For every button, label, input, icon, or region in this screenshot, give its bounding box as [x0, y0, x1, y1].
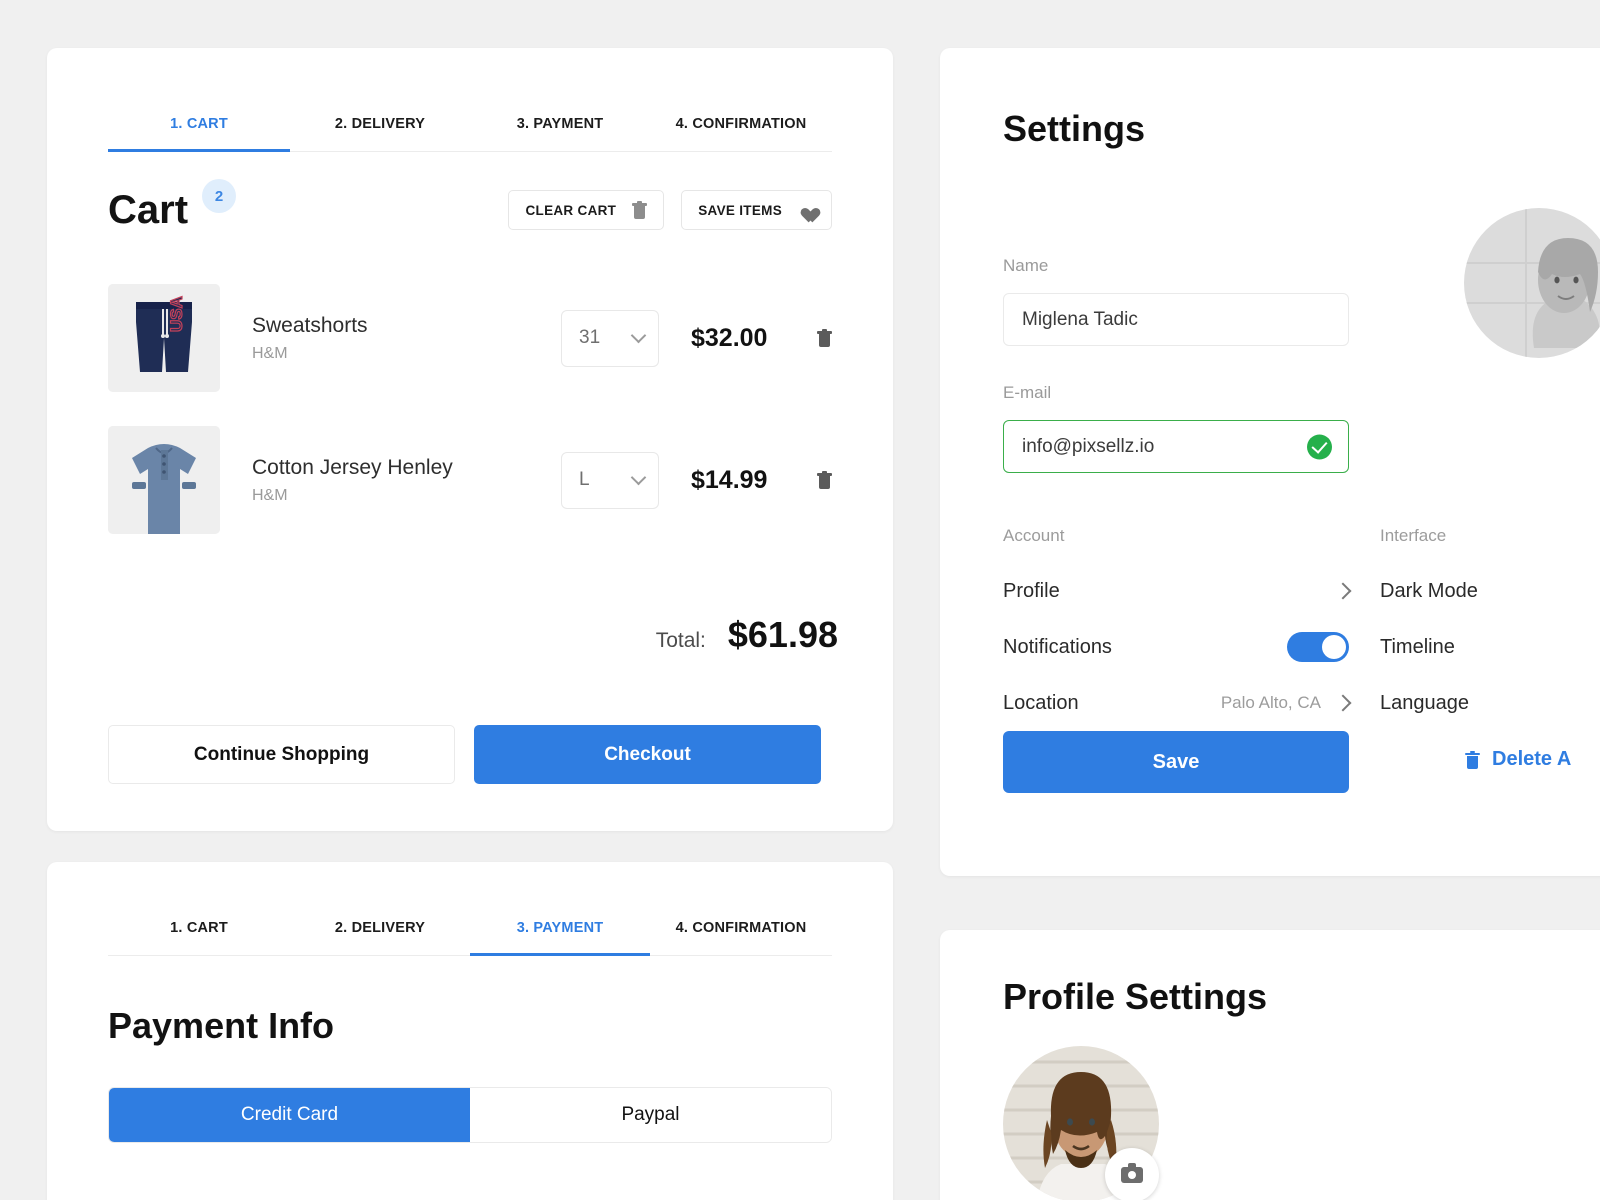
svg-text:USA: USA	[167, 296, 186, 332]
cart-item-row: USA Sweatshorts H&M 31 $32.00	[108, 284, 832, 392]
delete-account-label: Delete A	[1492, 748, 1572, 770]
tab-payment[interactable]: 3. PAYMENT	[470, 110, 650, 152]
product-name: Cotton Jersey Henley	[252, 455, 453, 479]
payment-method-toggle: Credit Card Paypal	[108, 1087, 832, 1143]
email-label: E-mail	[1003, 383, 1052, 402]
tab-cart[interactable]: 1. CART	[108, 110, 290, 152]
tab-delivery[interactable]: 2. DELIVERY	[290, 110, 470, 152]
payment-method-credit-card[interactable]: Credit Card	[109, 1088, 470, 1142]
cart-total: Total: $61.98	[656, 614, 838, 656]
checkout-steps-cart: 1. CART 2. DELIVERY 3. PAYMENT 4. CONFIR…	[108, 110, 832, 152]
save-items-button[interactable]: SAVE ITEMS	[681, 190, 832, 230]
change-photo-button[interactable]	[1105, 1148, 1159, 1200]
cart-item-row: Cotton Jersey Henley H&M L $14.99	[108, 426, 832, 534]
size-value: 31	[579, 327, 601, 348]
cart-header: Cart 2 CLEAR CART SAVE ITEMS	[108, 179, 832, 237]
payment-card: 1. CART 2. DELIVERY 3. PAYMENT 4. CONFIR…	[47, 862, 893, 1200]
app-canvas: 1. CART 2. DELIVERY 3. PAYMENT 4. CONFIR…	[0, 0, 1600, 1200]
tab-payment[interactable]: 3. PAYMENT	[470, 914, 650, 956]
settings-row-label: Timeline	[1380, 635, 1455, 658]
product-thumbnail	[108, 426, 220, 534]
tab-confirmation[interactable]: 4. CONFIRMATION	[650, 914, 832, 956]
clear-cart-button[interactable]: CLEAR CART	[508, 190, 665, 230]
cart-count-badge: 2	[202, 179, 237, 213]
tab-confirmation[interactable]: 4. CONFIRMATION	[650, 110, 832, 152]
name-field[interactable]: Miglena Tadic	[1003, 293, 1349, 346]
remove-item-icon[interactable]	[817, 329, 832, 347]
account-section-header: Account	[1003, 526, 1065, 545]
trash-icon	[1465, 750, 1480, 769]
chevron-right-icon	[1334, 582, 1352, 600]
total-value: $61.98	[727, 614, 838, 655]
continue-shopping-button[interactable]: Continue Shopping	[108, 725, 455, 784]
product-brand: H&M	[252, 487, 288, 505]
location-value: Palo Alto, CA	[1220, 693, 1321, 712]
settings-row-language[interactable]: Language	[1380, 687, 1600, 719]
settings-row-timeline[interactable]: Timeline	[1380, 631, 1600, 663]
size-select[interactable]: 31	[561, 309, 659, 367]
product-price: $32.00	[691, 323, 768, 352]
product-info: Sweatshorts H&M	[252, 313, 552, 363]
email-field[interactable]: info@pixsellz.io	[1003, 420, 1349, 473]
save-button[interactable]: Save	[1003, 731, 1349, 793]
settings-card: Settings Name Miglena Tadic E-mail info@…	[940, 48, 1600, 876]
check-circle-icon	[1307, 434, 1332, 459]
delete-account-link[interactable]: Delete A	[1465, 748, 1571, 771]
camera-icon	[1121, 1163, 1143, 1183]
settings-row-location[interactable]: Location Palo Alto, CA	[1003, 687, 1352, 719]
product-brand: H&M	[252, 345, 288, 363]
settings-row-label: Dark Mode	[1380, 579, 1478, 602]
settings-row-profile[interactable]: Profile	[1003, 575, 1352, 607]
email-value: info@pixsellz.io	[1022, 435, 1155, 457]
remove-item-icon[interactable]	[817, 471, 832, 489]
page-title: Cart	[108, 188, 189, 232]
clear-cart-label: CLEAR CART	[525, 202, 617, 218]
notifications-toggle[interactable]	[1287, 632, 1349, 662]
profile-settings-title: Profile Settings	[1003, 976, 1268, 1017]
tab-delivery[interactable]: 2. DELIVERY	[290, 914, 470, 956]
interface-section-header: Interface	[1380, 526, 1447, 545]
settings-row-notifications[interactable]: Notifications	[1003, 631, 1349, 663]
settings-row-label: Notifications	[1003, 635, 1112, 658]
product-thumbnail: USA	[108, 284, 220, 392]
tab-cart[interactable]: 1. CART	[108, 914, 290, 956]
settings-row-label: Location	[1003, 691, 1079, 714]
save-items-label: SAVE ITEMS	[698, 202, 782, 218]
chevron-down-icon	[630, 469, 647, 486]
settings-row-dark-mode[interactable]: Dark Mode	[1380, 575, 1600, 607]
settings-row-label: Language	[1380, 691, 1469, 714]
settings-title: Settings	[1003, 108, 1146, 149]
chevron-right-icon	[1334, 694, 1352, 712]
size-select[interactable]: L	[561, 451, 659, 509]
payment-method-paypal[interactable]: Paypal	[470, 1088, 831, 1142]
size-value: L	[579, 469, 590, 490]
cart-footer-actions: Continue Shopping Checkout	[108, 725, 832, 784]
heart-icon	[798, 202, 815, 218]
checkout-button[interactable]: Checkout	[474, 725, 821, 784]
payment-title: Payment Info	[108, 1005, 335, 1046]
settings-row-label: Profile	[1003, 579, 1060, 602]
chevron-down-icon	[630, 327, 647, 344]
checkout-steps-payment: 1. CART 2. DELIVERY 3. PAYMENT 4. CONFIR…	[108, 914, 832, 956]
cart-card: 1. CART 2. DELIVERY 3. PAYMENT 4. CONFIR…	[47, 48, 893, 831]
name-label: Name	[1003, 256, 1049, 275]
cart-actions: CLEAR CART SAVE ITEMS	[508, 190, 832, 230]
trash-icon	[632, 201, 648, 219]
product-price: $14.99	[691, 465, 768, 494]
profile-settings-card: Profile Settings	[940, 930, 1600, 1200]
product-name: Sweatshorts	[252, 313, 368, 337]
total-label: Total:	[655, 629, 706, 652]
product-info: Cotton Jersey Henley H&M	[252, 455, 552, 505]
